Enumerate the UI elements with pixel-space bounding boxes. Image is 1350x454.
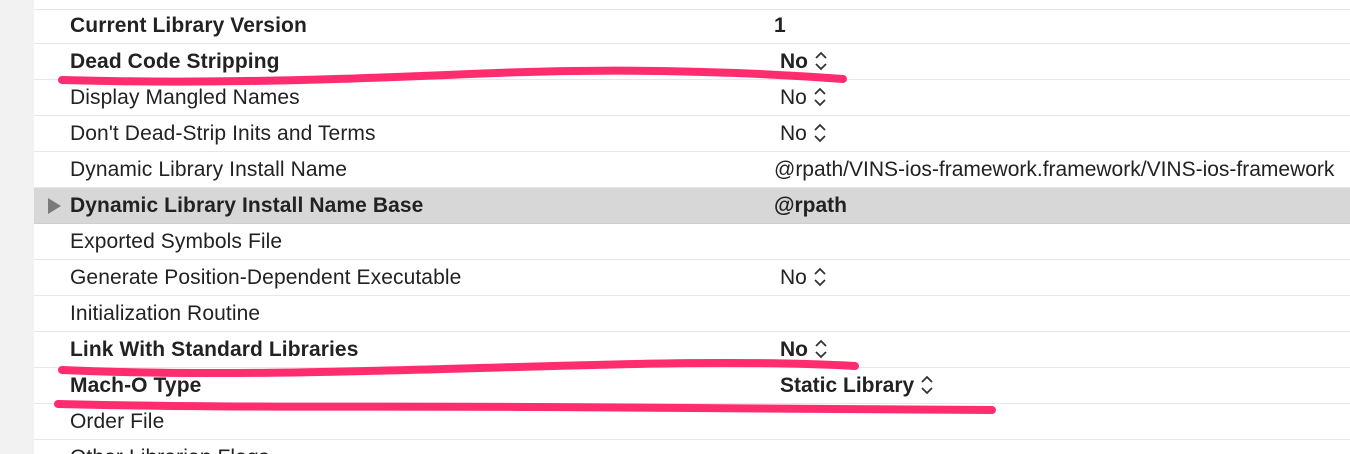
setting-row-dynamic-library-install-name-base[interactable]: Dynamic Library Install Name Base @rpath	[34, 188, 1350, 224]
setting-name: Link With Standard Libraries	[70, 338, 359, 361]
setting-row-exported-symbols-file[interactable]: Exported Symbols File	[34, 224, 1350, 260]
setting-row-other-librarian-flags[interactable]: Other Librarian Flags	[34, 440, 1350, 454]
up-down-chevron-icon	[815, 51, 827, 71]
setting-row-generate-position-dependent-executable[interactable]: Generate Position-Dependent Executable N…	[34, 260, 1350, 296]
setting-value: No	[780, 122, 807, 145]
setting-row-dead-code-stripping[interactable]: Dead Code Stripping No	[34, 44, 1350, 80]
setting-value[interactable]: 1	[774, 8, 786, 43]
setting-value: Static Library	[780, 374, 915, 397]
setting-name: Dead Code Stripping	[70, 50, 280, 73]
setting-value-popup[interactable]: No	[780, 260, 827, 295]
build-settings-table: Current Library Version 1 Dead Code Stri…	[34, 0, 1350, 454]
setting-value: No	[780, 266, 807, 289]
setting-row-initialization-routine[interactable]: Initialization Routine	[34, 296, 1350, 332]
setting-value[interactable]: @rpath/VINS-ios-framework.framework/VINS…	[774, 152, 1334, 187]
setting-name: Current Library Version	[70, 14, 307, 37]
up-down-chevron-icon	[814, 123, 826, 143]
setting-name: Generate Position-Dependent Executable	[70, 266, 462, 289]
setting-row-dynamic-library-install-name[interactable]: Dynamic Library Install Name @rpath/VINS…	[34, 152, 1350, 188]
setting-row-link-with-standard-libraries[interactable]: Link With Standard Libraries No	[34, 332, 1350, 368]
setting-row-current-library-version[interactable]: Current Library Version 1	[34, 8, 1350, 44]
setting-value-popup[interactable]: No	[780, 116, 827, 151]
setting-value-popup[interactable]: Static Library	[780, 368, 934, 403]
up-down-chevron-icon	[814, 267, 826, 287]
setting-value-popup[interactable]: No	[780, 332, 828, 367]
setting-name: Exported Symbols File	[70, 230, 283, 253]
setting-row-order-file[interactable]: Order File	[34, 404, 1350, 440]
build-settings-viewport: Current Library Version 1 Dead Code Stri…	[0, 0, 1350, 454]
setting-name: Dynamic Library Install Name Base	[70, 194, 424, 217]
setting-value-popup[interactable]: No	[780, 44, 828, 79]
up-down-chevron-icon	[814, 87, 826, 107]
setting-row-display-mangled-names[interactable]: Display Mangled Names No	[34, 80, 1350, 116]
setting-value-popup[interactable]: No	[780, 80, 827, 115]
setting-value: No	[780, 50, 808, 73]
setting-value[interactable]: @rpath	[774, 188, 847, 223]
setting-name: Mach-O Type	[70, 374, 202, 397]
up-down-chevron-icon	[921, 375, 933, 395]
setting-value: No	[780, 86, 807, 109]
setting-name: Don't Dead-Strip Inits and Terms	[70, 122, 376, 145]
setting-name: Display Mangled Names	[70, 86, 300, 109]
setting-name: Initialization Routine	[70, 302, 261, 325]
disclosure-triangle-icon[interactable]	[48, 198, 61, 214]
setting-name: Other Librarian Flags	[70, 440, 269, 454]
setting-name: Order File	[70, 410, 165, 433]
setting-value: No	[780, 338, 808, 361]
left-gutter	[0, 0, 35, 454]
setting-row-mach-o-type[interactable]: Mach-O Type Static Library	[34, 368, 1350, 404]
up-down-chevron-icon	[815, 339, 827, 359]
setting-name: Dynamic Library Install Name	[70, 158, 348, 181]
setting-row-dont-dead-strip-inits[interactable]: Don't Dead-Strip Inits and Terms No	[34, 116, 1350, 152]
